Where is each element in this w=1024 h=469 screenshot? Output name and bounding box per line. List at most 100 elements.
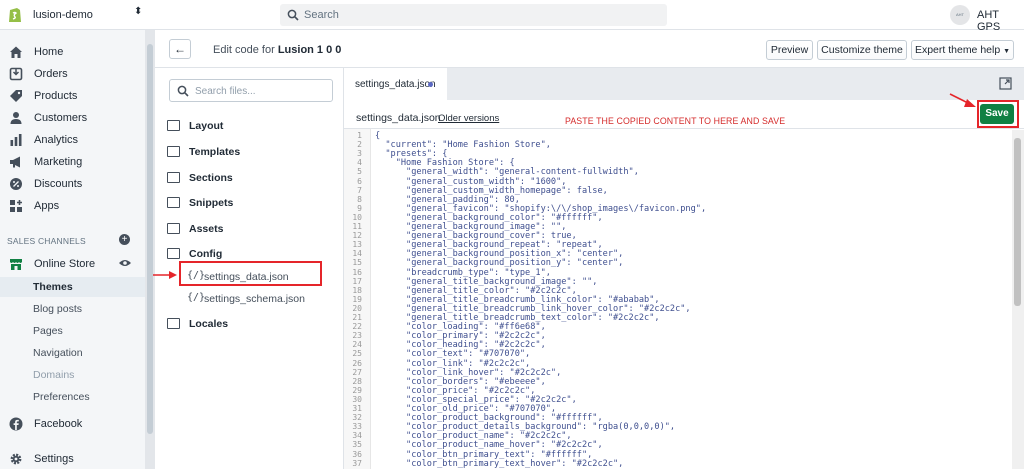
- older-versions-link[interactable]: Older versions: [438, 113, 499, 124]
- folder-icon: [167, 120, 180, 131]
- line-number: 10: [352, 212, 362, 222]
- global-search-input[interactable]: Search: [280, 4, 667, 26]
- search-files-placeholder: Search files...: [195, 86, 256, 97]
- sidebar-item-label: Facebook: [34, 418, 83, 430]
- sidebar-subitem-domains[interactable]: Domains: [0, 365, 145, 385]
- sidebar-item-label: Home: [34, 46, 64, 58]
- store-switcher-icon[interactable]: ⬍: [134, 6, 142, 17]
- line-number: 16: [352, 267, 362, 277]
- editor-pane: settings_data.json settings_data.json Ol…: [344, 68, 1024, 469]
- sidebar-item-home[interactable]: Home: [0, 42, 145, 62]
- sidebar-item-analytics[interactable]: Analytics: [0, 130, 145, 150]
- page-title-prefix: Edit code for: [213, 44, 275, 56]
- sidebar-item-label: Analytics: [34, 134, 79, 146]
- tab-label: settings_data.json: [355, 79, 436, 90]
- sidebar-item-label: Orders: [34, 68, 68, 80]
- line-number: 1: [357, 131, 362, 140]
- store-name[interactable]: lusion-demo: [33, 9, 93, 21]
- folder-icon: [167, 172, 180, 183]
- line-number: 28: [352, 376, 362, 386]
- folder-label: Layout: [189, 120, 224, 132]
- search-icon: [177, 85, 189, 97]
- shopify-logo-icon: [9, 8, 21, 22]
- page-title: Edit code for Lusion 1 0 0: [213, 44, 341, 56]
- line-number: 20: [352, 303, 362, 313]
- line-number: 31: [352, 404, 362, 413]
- folder-label: Sections: [189, 172, 233, 184]
- sidebar-item-customers[interactable]: Customers: [0, 108, 145, 128]
- line-number: 11: [352, 222, 362, 231]
- arrow-left-icon: ←: [174, 42, 186, 56]
- line-number: 27: [352, 367, 362, 377]
- sidebar-item-discounts[interactable]: Discounts: [0, 174, 145, 194]
- sidebar-scrollbar-thumb[interactable]: [147, 44, 153, 434]
- folder-label: Snippets: [189, 197, 234, 209]
- folder-label: Locales: [189, 318, 229, 330]
- line-number: 9: [357, 203, 362, 213]
- tab-settings-data-json[interactable]: settings_data.json: [344, 68, 447, 100]
- folder-icon: [167, 223, 180, 234]
- back-button[interactable]: ←: [169, 39, 191, 59]
- line-number: 23: [352, 331, 362, 341]
- expert-theme-help-button[interactable]: Expert theme help ▼: [911, 40, 1014, 60]
- instruction-note: PASTE THE COPIED CONTENT TO HERE AND SAV…: [565, 116, 786, 126]
- customize-theme-button[interactable]: Customize theme: [817, 40, 907, 60]
- search-files-input[interactable]: Search files...: [169, 79, 333, 102]
- line-number: 14: [352, 249, 362, 259]
- current-file-name: settings_data.json: [356, 112, 441, 124]
- line-number: 37: [352, 458, 362, 468]
- sidebar-subitem-label: Blog posts: [33, 303, 83, 315]
- line-number: 29: [352, 385, 362, 395]
- sidebar-item-facebook[interactable]: Facebook: [0, 414, 145, 434]
- sidebar-item-label: Products: [34, 90, 78, 102]
- line-number: 26: [352, 358, 362, 368]
- line-number: 35: [352, 440, 362, 450]
- avatar[interactable]: AHT: [950, 5, 970, 25]
- line-number: 13: [352, 240, 362, 250]
- sidebar-item-marketing[interactable]: Marketing: [0, 152, 145, 172]
- editor-scrollbar[interactable]: [1012, 130, 1024, 469]
- line-number: 4: [357, 158, 362, 168]
- line-number: 15: [352, 258, 362, 268]
- sidebar-item-products[interactable]: Products: [0, 86, 145, 106]
- sidebar-subitem-blog-posts[interactable]: Blog posts: [0, 299, 145, 319]
- line-number: 25: [352, 349, 362, 359]
- code-line: "color_btn_primary_text_hover": "#2c2c2c…: [375, 458, 624, 469]
- expert-help-label: Expert theme help: [914, 44, 1001, 56]
- folder-label: Config: [189, 248, 223, 260]
- sidebar-item-apps[interactable]: Apps: [0, 196, 145, 216]
- editor-scrollbar-thumb[interactable]: [1014, 138, 1021, 306]
- sidebar-subitem-label: Navigation: [33, 347, 83, 359]
- eye-icon[interactable]: [118, 258, 132, 268]
- preview-button[interactable]: Preview: [766, 40, 813, 60]
- store-icon: [10, 259, 22, 270]
- line-number: 22: [352, 322, 362, 332]
- add-sales-channel-icon[interactable]: +: [119, 234, 130, 245]
- sidebar-subitem-themes[interactable]: Themes: [0, 277, 145, 297]
- home-icon: [10, 46, 22, 58]
- sidebar-subitem-label: Domains: [33, 369, 75, 381]
- sidebar-item-label: Marketing: [34, 156, 83, 168]
- sidebar-item-settings[interactable]: Settings: [0, 449, 145, 469]
- line-number: 21: [352, 313, 362, 322]
- gear-icon: [10, 453, 22, 465]
- code-area[interactable]: 1 2 3 4 5 6 7 8 9 10 11 12 13 14 15 16 17 18 19 20 21 22 23 24 2…: [344, 128, 1024, 469]
- sidebar-subitem-preferences[interactable]: Preferences: [0, 387, 145, 407]
- sidebar-subitem-navigation[interactable]: Navigation: [0, 343, 145, 363]
- line-number-gutter: 1 2 3 4 5 6 7 8 9 10 11 12 13 14 15 16 17 18 19 20 21 22 23 24 2…: [344, 129, 371, 469]
- line-number: 3: [357, 149, 362, 159]
- expand-icon[interactable]: [999, 77, 1012, 90]
- apps-icon: [10, 200, 22, 212]
- sales-channels-heading: SALES CHANNELS: [7, 236, 86, 246]
- line-number: 8: [357, 194, 362, 204]
- sidebar-item-label: Apps: [34, 200, 60, 212]
- sidebar-item-label: Customers: [34, 112, 88, 124]
- line-number: 36: [352, 449, 362, 459]
- code-file-icon: {/}: [187, 292, 206, 303]
- sidebar-subitem-pages[interactable]: Pages: [0, 321, 145, 341]
- unsaved-dot-icon: [428, 82, 433, 87]
- file-label: settings_schema.json: [204, 293, 305, 305]
- sidebar-item-orders[interactable]: Orders: [0, 64, 145, 84]
- discount-icon: [10, 178, 22, 190]
- line-number: 17: [352, 276, 362, 286]
